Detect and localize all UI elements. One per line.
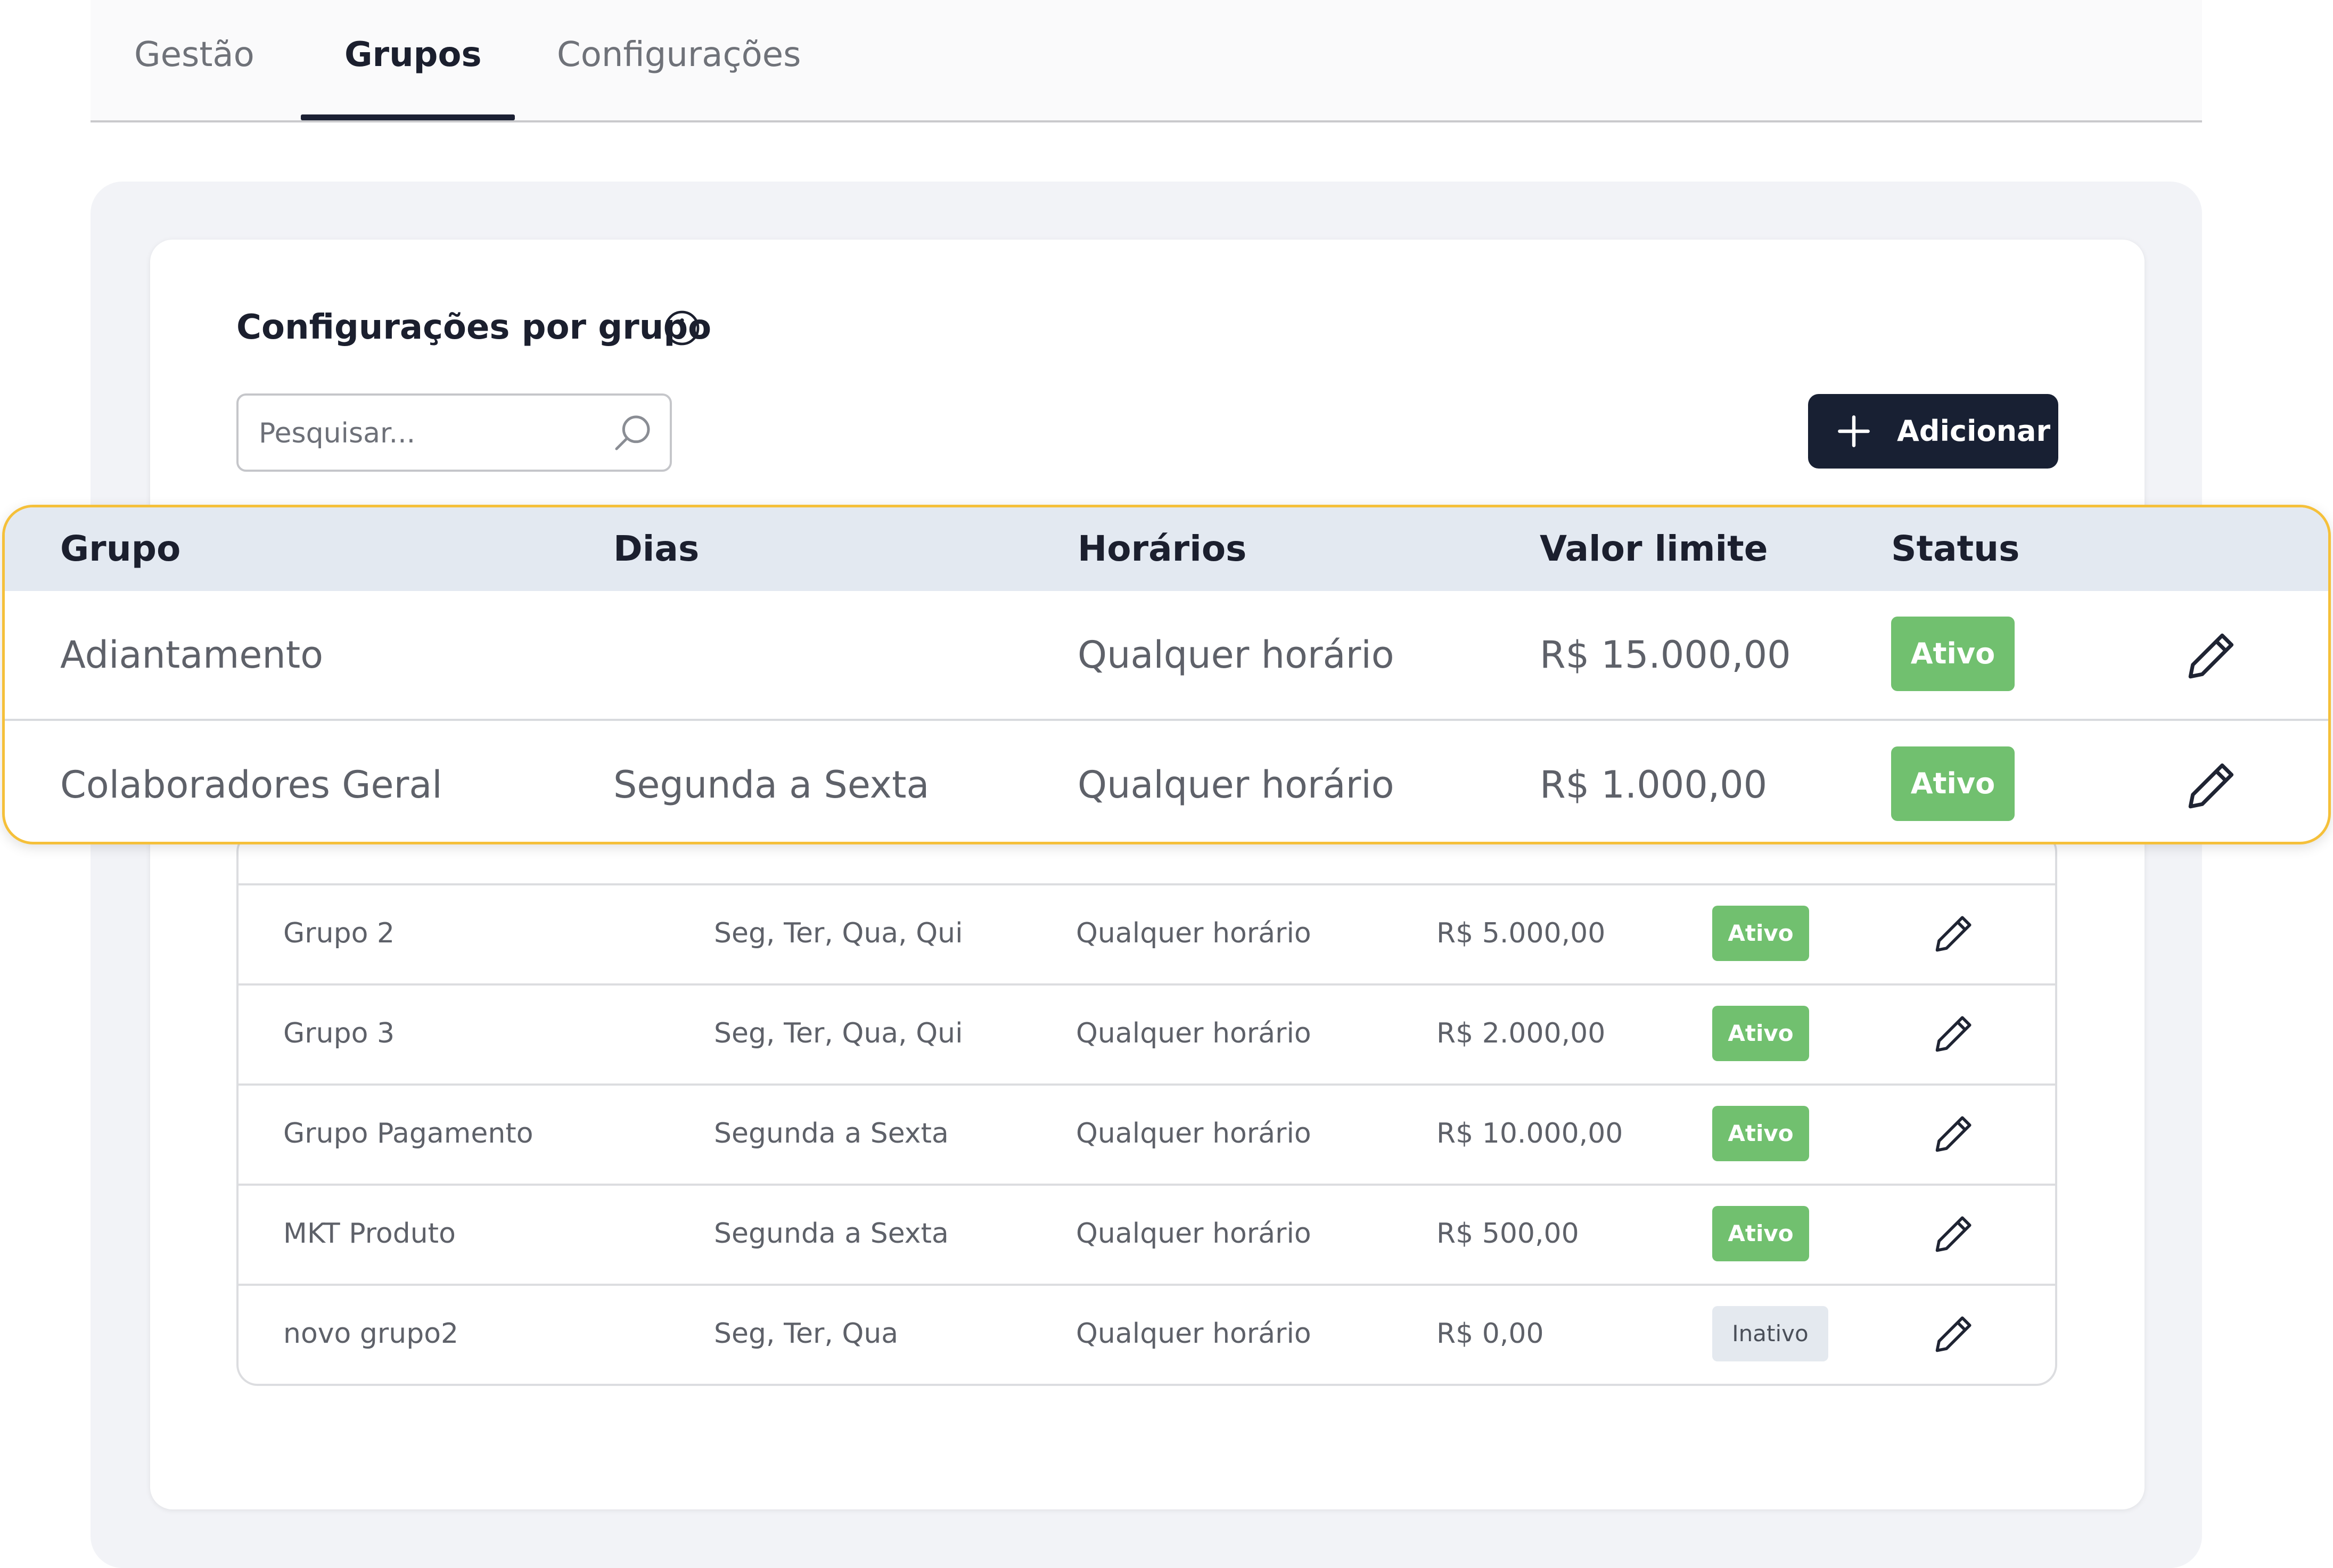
cell-valor: R$ 5.000,00 [1436, 917, 1606, 949]
cell-horarios: Qualquer horário [1076, 1318, 1311, 1350]
cell-grupo: Grupo 2 [283, 917, 395, 949]
table-row[interactable]: Grupo Pagamento Segunda a Sexta Qualquer… [239, 1083, 2055, 1184]
table-row[interactable]: Grupo 3 Seg, Ter, Qua, Qui Qualquer horá… [239, 983, 2055, 1083]
status-badge: Ativo [1891, 617, 2015, 691]
cell-dias: Seg, Ter, Qua [714, 1318, 899, 1350]
cell-valor: R$ 1.000,00 [1540, 763, 1768, 807]
cell-horarios: Qualquer horário [1078, 633, 1394, 677]
search-field[interactable] [236, 393, 672, 472]
cell-horarios: Qualquer horário [1078, 763, 1394, 807]
tab-configuracoes[interactable]: Configurações [557, 31, 801, 79]
tab-divider [91, 120, 2202, 122]
cell-grupo: Adiantamento [60, 633, 324, 677]
table-row[interactable]: MKT Produto Segunda a Sexta Qualquer hor… [239, 1184, 2055, 1284]
cell-grupo: Colaboradores Geral [60, 763, 442, 807]
cell-valor: R$ 0,00 [1436, 1318, 1544, 1350]
tab-grupos[interactable]: Grupos [344, 31, 482, 79]
header-dias: Dias [613, 528, 700, 569]
cell-grupo: novo grupo2 [283, 1318, 459, 1350]
cell-valor: R$ 500,00 [1436, 1218, 1579, 1250]
info-icon[interactable] [663, 309, 701, 347]
cell-valor: R$ 2.000,00 [1436, 1017, 1606, 1049]
cell-dias: Segunda a Sexta [714, 1118, 949, 1150]
highlighted-table-region: Grupo Dias Horários Valor limite Status … [2, 505, 2331, 844]
cell-dias: Segunda a Sexta [613, 763, 930, 807]
cell-dias: Segunda a Sexta [714, 1218, 949, 1250]
add-button-label: Adicionar [1897, 414, 2051, 448]
pencil-icon[interactable] [1932, 1111, 1976, 1156]
plus-icon [1838, 415, 1870, 447]
cell-horarios: Qualquer horário [1076, 1118, 1311, 1150]
section-title: Configurações por grupo [236, 308, 712, 347]
status-badge: Ativo [1712, 1206, 1809, 1261]
cell-grupo: MKT Produto [283, 1218, 456, 1250]
status-badge: Ativo [1891, 746, 2015, 821]
header-status: Status [1891, 528, 2020, 569]
cell-valor: R$ 10.000,00 [1436, 1118, 1623, 1150]
tab-gestao[interactable]: Gestão [134, 31, 254, 79]
cell-grupo: Grupo 3 [283, 1017, 395, 1049]
table-row[interactable]: Adiantamento Qualquer horário R$ 15.000,… [5, 591, 2328, 719]
header-grupo: Grupo [60, 528, 181, 569]
cell-horarios: Qualquer horário [1076, 1017, 1311, 1049]
pencil-icon[interactable] [1932, 1311, 1976, 1356]
pencil-icon[interactable] [2183, 757, 2240, 814]
pencil-icon[interactable] [2183, 627, 2240, 684]
cell-grupo: Grupo Pagamento [283, 1118, 533, 1150]
search-input[interactable] [258, 396, 601, 471]
table-row[interactable]: Colaboradores Geral Segunda a Sexta Qual… [5, 719, 2328, 842]
header-valor-limite: Valor limite [1540, 528, 1768, 569]
cell-horarios: Qualquer horário [1076, 1218, 1311, 1250]
groups-table: Grupo 2 Seg, Ter, Qua, Qui Qualquer horá… [236, 831, 2057, 1386]
pencil-icon[interactable] [1932, 1211, 1976, 1256]
active-tab-indicator [301, 114, 515, 120]
add-group-button[interactable]: Adicionar [1808, 394, 2058, 469]
status-badge: Inativo [1712, 1306, 1828, 1361]
page: Gestão Grupos Configurações Configuraçõe… [0, 0, 2333, 1568]
cell-dias: Seg, Ter, Qua, Qui [714, 917, 963, 949]
status-badge: Ativo [1712, 906, 1809, 961]
search-icon[interactable] [611, 412, 654, 454]
cell-dias: Seg, Ter, Qua, Qui [714, 1017, 963, 1049]
cell-horarios: Qualquer horário [1076, 917, 1311, 949]
pencil-icon[interactable] [1932, 911, 1976, 956]
table-row[interactable]: novo grupo2 Seg, Ter, Qua Qualquer horár… [239, 1284, 2055, 1384]
header-horarios: Horários [1078, 528, 1247, 569]
status-badge: Ativo [1712, 1006, 1809, 1061]
table-header: Grupo Dias Horários Valor limite Status [5, 507, 2328, 591]
pencil-icon[interactable] [1932, 1011, 1976, 1056]
table-row[interactable]: Grupo 2 Seg, Ter, Qua, Qui Qualquer horá… [239, 883, 2055, 983]
status-badge: Ativo [1712, 1106, 1809, 1161]
cell-valor: R$ 15.000,00 [1540, 633, 1791, 677]
